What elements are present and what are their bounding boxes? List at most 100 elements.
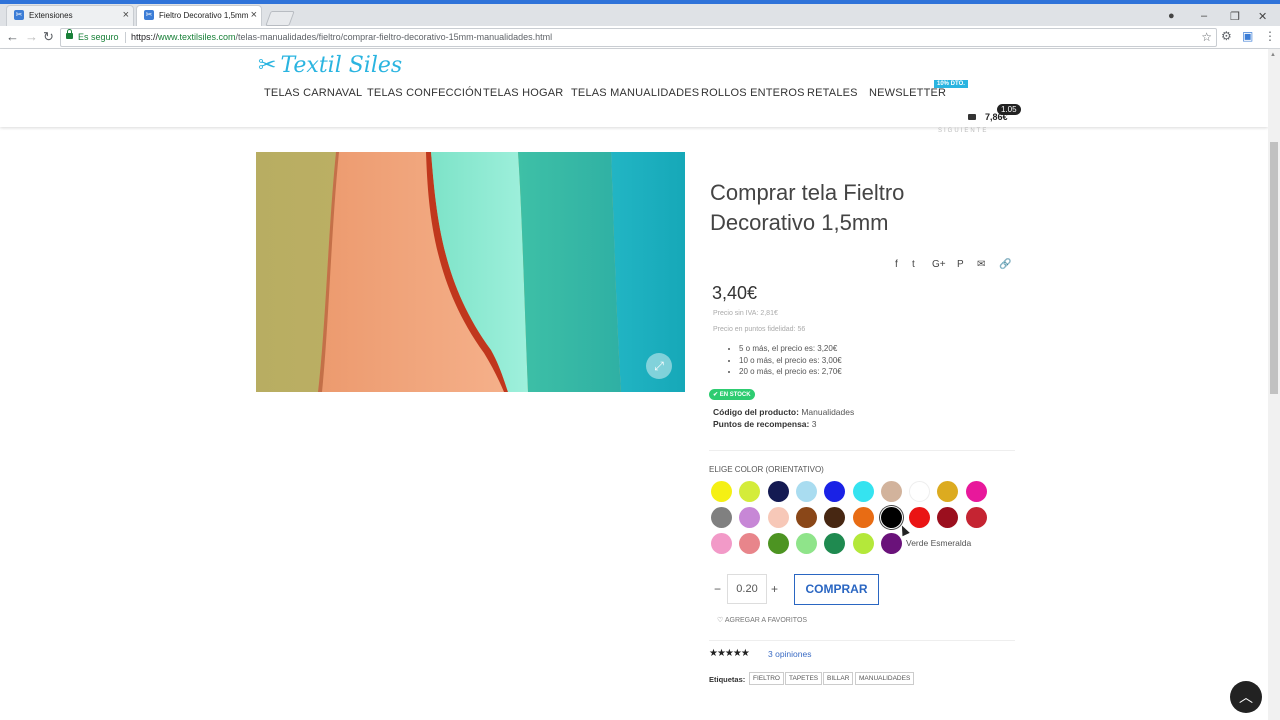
close-tab-icon[interactable]: × (251, 9, 257, 21)
twitter-icon[interactable]: t (912, 259, 915, 270)
color-swatch[interactable] (711, 507, 732, 528)
tier-item: 10 o más, el precio es: 3,00€ (739, 355, 842, 367)
facebook-icon[interactable]: f (895, 259, 898, 270)
product-price: 3,40€ (712, 283, 758, 303)
nav-telas-hogar[interactable]: TELAS HOGAR (483, 87, 563, 99)
forward-icon[interactable]: → (25, 29, 38, 44)
zoom-icon[interactable]: ⤢ (646, 353, 672, 379)
quantity-decrease-button[interactable]: − (714, 582, 721, 596)
email-icon[interactable]: ✉ (977, 259, 985, 270)
heart-icon: ♡ (717, 617, 725, 624)
address-separator (125, 32, 126, 43)
color-swatch[interactable] (795, 507, 817, 528)
cart-bag-icon[interactable] (968, 114, 976, 120)
quantity-increase-button[interactable]: + (771, 582, 778, 596)
product-code-value: Manualidades (801, 407, 855, 417)
reward-points-label: Puntos de recompensa: (713, 419, 810, 429)
color-swatch[interactable] (852, 481, 874, 502)
tier-item: 5 o más, el precio es: 3,20€ (739, 343, 842, 355)
new-tab-button[interactable] (265, 11, 295, 26)
tag-manualidades[interactable]: MANUALIDADES (855, 672, 915, 685)
site-logo[interactable]: ✂ Textil Siles (258, 53, 402, 78)
url-path: /telas-manualidades/fieltro/comprar-fiel… (235, 32, 553, 42)
color-swatch[interactable] (711, 533, 732, 554)
extensions-favicon-icon: ✂ (14, 10, 24, 20)
minimize-icon[interactable]: – (1201, 10, 1207, 22)
bookmark-star-icon[interactable]: ☆ (1201, 29, 1212, 46)
color-swatch[interactable] (909, 481, 931, 502)
color-swatch[interactable] (711, 481, 732, 502)
extension-window-icon[interactable]: ▣ (1242, 29, 1253, 43)
color-swatch[interactable] (739, 481, 761, 502)
color-swatch[interactable] (852, 507, 874, 528)
color-swatch[interactable] (824, 533, 846, 554)
color-swatch[interactable] (965, 481, 987, 502)
color-swatch[interactable] (852, 533, 874, 554)
tier-item: 20 o más, el precio es: 2,70€ (739, 366, 842, 378)
color-swatch[interactable] (795, 533, 817, 554)
color-swatch[interactable] (767, 507, 789, 528)
color-swatch[interactable] (880, 507, 902, 528)
scissors-icon: ✂ (258, 53, 277, 78)
tag-billar[interactable]: BILLAR (823, 672, 854, 685)
color-swatch[interactable] (965, 507, 987, 528)
reload-icon[interactable]: ↻ (43, 29, 54, 45)
close-tab-icon[interactable]: × (123, 9, 129, 21)
color-swatch[interactable] (880, 481, 902, 502)
tag-tapetes[interactable]: TAPETES (785, 672, 823, 685)
next-product-link[interactable]: SIGUIENTE (938, 128, 988, 134)
favorites-label: AGREGAR A FAVORITOS (724, 617, 808, 624)
url-text: https://www.textilsiles.com/telas-manual… (131, 29, 552, 46)
extension-gear-icon[interactable]: ⚙ (1221, 29, 1232, 43)
color-swatch[interactable] (767, 481, 789, 502)
pinterest-icon[interactable]: P (957, 259, 964, 270)
menu-kebab-icon[interactable]: ⋮ (1264, 29, 1276, 43)
browser-tab-product[interactable]: ✂ Fieltro Decorativo 1,5mm × (136, 5, 262, 26)
nav-telas-carnaval[interactable]: TELAS CARNAVAL (264, 87, 362, 99)
color-swatch[interactable] (880, 533, 902, 554)
divider (709, 640, 1015, 641)
lock-icon (66, 29, 73, 39)
site-favicon-icon: ✂ (144, 10, 154, 20)
stock-badge: ✔ EN STOCK (709, 389, 755, 400)
browser-tab-extensions[interactable]: ✂ Extensiones × (6, 5, 134, 26)
color-swatch[interactable] (739, 507, 761, 528)
tab-title: Fieltro Decorativo 1,5mm (159, 11, 249, 20)
link-icon[interactable]: 🔗 (999, 259, 1011, 270)
nav-telas-manualidades[interactable]: TELAS MANUALIDADES (571, 87, 699, 99)
profile-icon[interactable]: ● (1168, 10, 1175, 22)
nav-rollos-enteros[interactable]: ROLLOS ENTEROS (701, 87, 805, 99)
nav-telas-confeccion[interactable]: TELAS CONFECCIÓN (367, 87, 482, 99)
hovered-color-name: Verde Esmeralda (906, 538, 972, 548)
quantity-input[interactable]: 0.20 (727, 574, 767, 604)
buy-button[interactable]: COMPRAR (794, 574, 879, 605)
color-swatch[interactable] (824, 507, 846, 528)
scroll-up-icon[interactable]: ▲ (1270, 52, 1276, 58)
google-plus-icon[interactable]: G+ (932, 259, 946, 270)
color-swatch[interactable] (795, 481, 817, 502)
scrollbar-thumb[interactable] (1270, 142, 1278, 394)
product-image[interactable] (256, 152, 685, 392)
address-bar[interactable]: Es seguro https://www.textilsiles.com/te… (60, 28, 1217, 47)
restore-icon[interactable]: ❐ (1230, 10, 1240, 23)
site-header: ✂ Textil Siles TELAS CARNAVAL TELAS CONFE… (0, 49, 1268, 134)
nav-retales[interactable]: RETALES (807, 87, 858, 99)
close-window-icon[interactable]: ✕ (1258, 10, 1267, 23)
back-icon[interactable]: ← (6, 29, 19, 44)
color-swatch[interactable] (824, 481, 846, 502)
quantity-price-tiers: 5 o más, el precio es: 3,20€ 10 o más, e… (729, 343, 842, 378)
color-swatch[interactable] (937, 507, 959, 528)
color-swatch[interactable] (937, 481, 959, 502)
product-code-row: Código del producto: Manualidades (713, 407, 854, 417)
nav-newsletter[interactable]: NEWSLETTER (869, 87, 946, 99)
scroll-to-top-button[interactable]: ︿ (1230, 681, 1262, 713)
reviews-link[interactable]: 3 opiniones (768, 649, 811, 659)
address-toolbar: ← → ↻ Es seguro https://www.textilsiles.… (0, 26, 1280, 49)
check-icon: ✔ (713, 392, 720, 398)
tags-label: Etiquetas: (709, 675, 746, 684)
color-swatch[interactable] (767, 533, 789, 554)
add-to-favorites-link[interactable]: ♡ AGREGAR A FAVORITOS (717, 616, 807, 624)
color-swatch[interactable] (909, 507, 931, 528)
color-swatch[interactable] (739, 533, 761, 554)
tag-fieltro[interactable]: FIELTRO (749, 672, 784, 685)
